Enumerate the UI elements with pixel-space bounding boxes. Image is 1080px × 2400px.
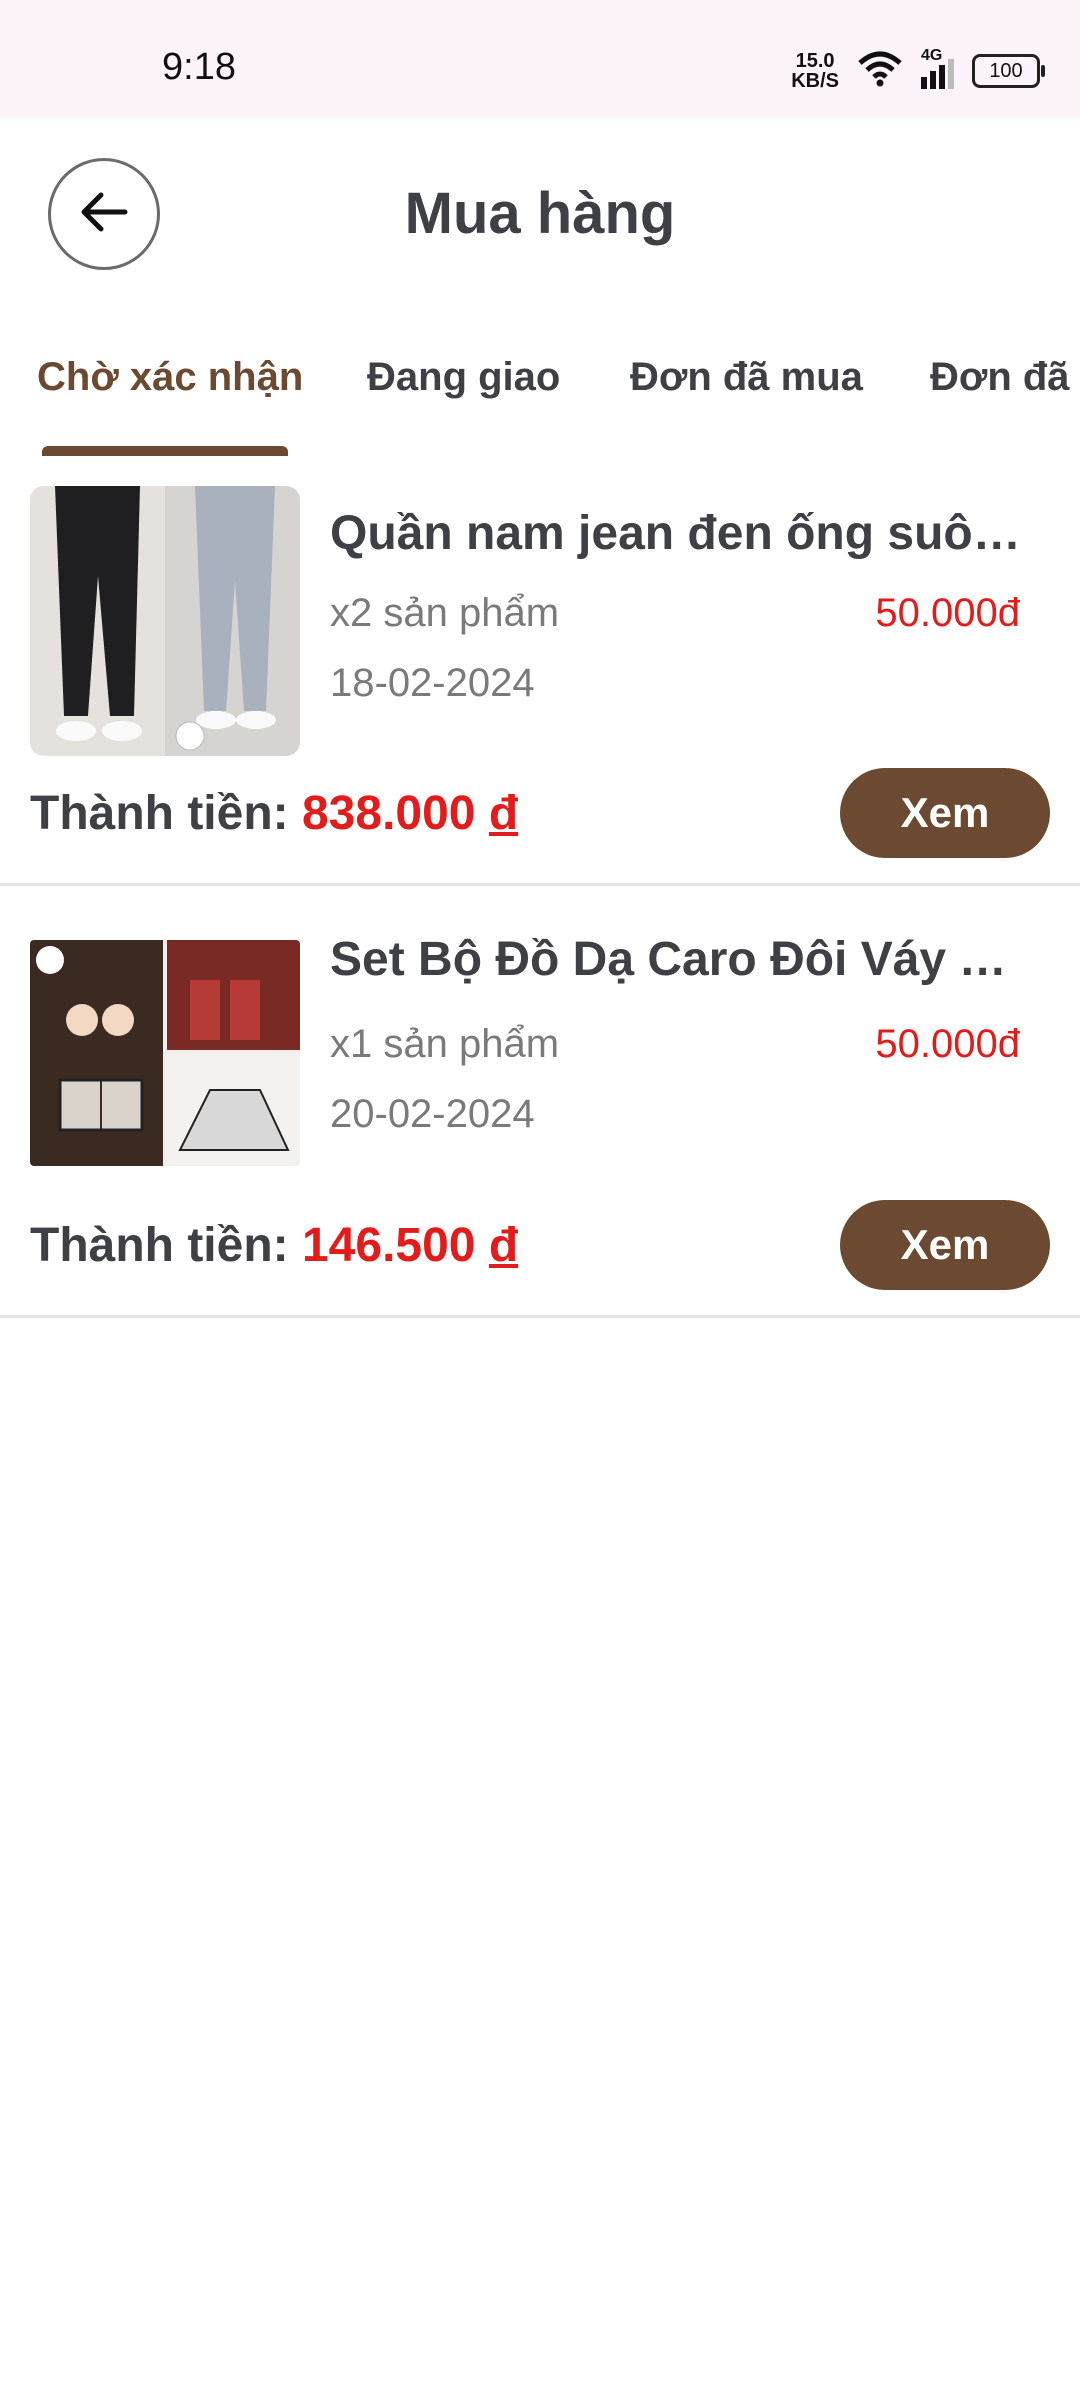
- order-total: Thành tiền: 838.000 đ: [30, 786, 518, 841]
- product-quantity: x2 sản phẩm: [330, 591, 560, 635]
- total-amount: 838.000 đ: [301, 787, 519, 840]
- product-name[interactable]: Set Bộ Đồ Dạ Caro Đôi Váy Yếm: [330, 932, 1030, 987]
- view-order-button[interactable]: Xem: [840, 768, 1050, 858]
- total-label: Thành tiền:: [30, 1219, 289, 1272]
- order-date: 20-02-2024: [330, 1092, 535, 1136]
- order-card: Quần nam jean đen ống suông x2 sản phẩm …: [0, 456, 1080, 886]
- total-amount: 146.500 đ: [301, 1219, 519, 1272]
- tab-cancelled[interactable]: Đơn đã h: [930, 355, 1080, 400]
- product-image[interactable]: [30, 486, 300, 756]
- page-title: Mua hàng: [404, 181, 676, 246]
- battery-icon: 100: [972, 54, 1045, 88]
- tab-purchased[interactable]: Đơn đã mua: [630, 355, 863, 400]
- status-time: 9:18: [162, 46, 236, 88]
- active-tab-indicator: [42, 446, 288, 456]
- tab-shipping[interactable]: Đang giao: [367, 355, 560, 400]
- status-indicators: 15.0 KB/S 4G 100: [791, 46, 1045, 96]
- product-quantity: x1 sản phẩm: [330, 1022, 560, 1066]
- tab-pending-confirmation[interactable]: Chờ xác nhận: [37, 355, 303, 400]
- view-order-button[interactable]: Xem: [840, 1200, 1050, 1290]
- order-date: 18-02-2024: [330, 661, 535, 705]
- product-image[interactable]: [30, 940, 300, 1166]
- network-speed: 15.0 KB/S: [791, 50, 839, 92]
- status-bar: 9:18 15.0 KB/S 4G 100: [0, 0, 1080, 118]
- total-label: Thành tiền:: [30, 787, 289, 840]
- order-card: Set Bộ Đồ Dạ Caro Đôi Váy Yếm x1 sản phẩ…: [0, 886, 1080, 1318]
- order-total: Thành tiền: 146.500 đ: [30, 1218, 518, 1273]
- cellular-signal-icon: 4G: [921, 47, 954, 89]
- unit-price: 50.000đ: [875, 1022, 1020, 1066]
- unit-price: 50.000đ: [875, 591, 1020, 635]
- wifi-icon: [857, 51, 903, 92]
- product-name[interactable]: Quần nam jean đen ống suông: [330, 506, 1030, 561]
- order-status-tabs: Chờ xác nhận Đang giao Đơn đã mua Đơn đã…: [0, 355, 1080, 455]
